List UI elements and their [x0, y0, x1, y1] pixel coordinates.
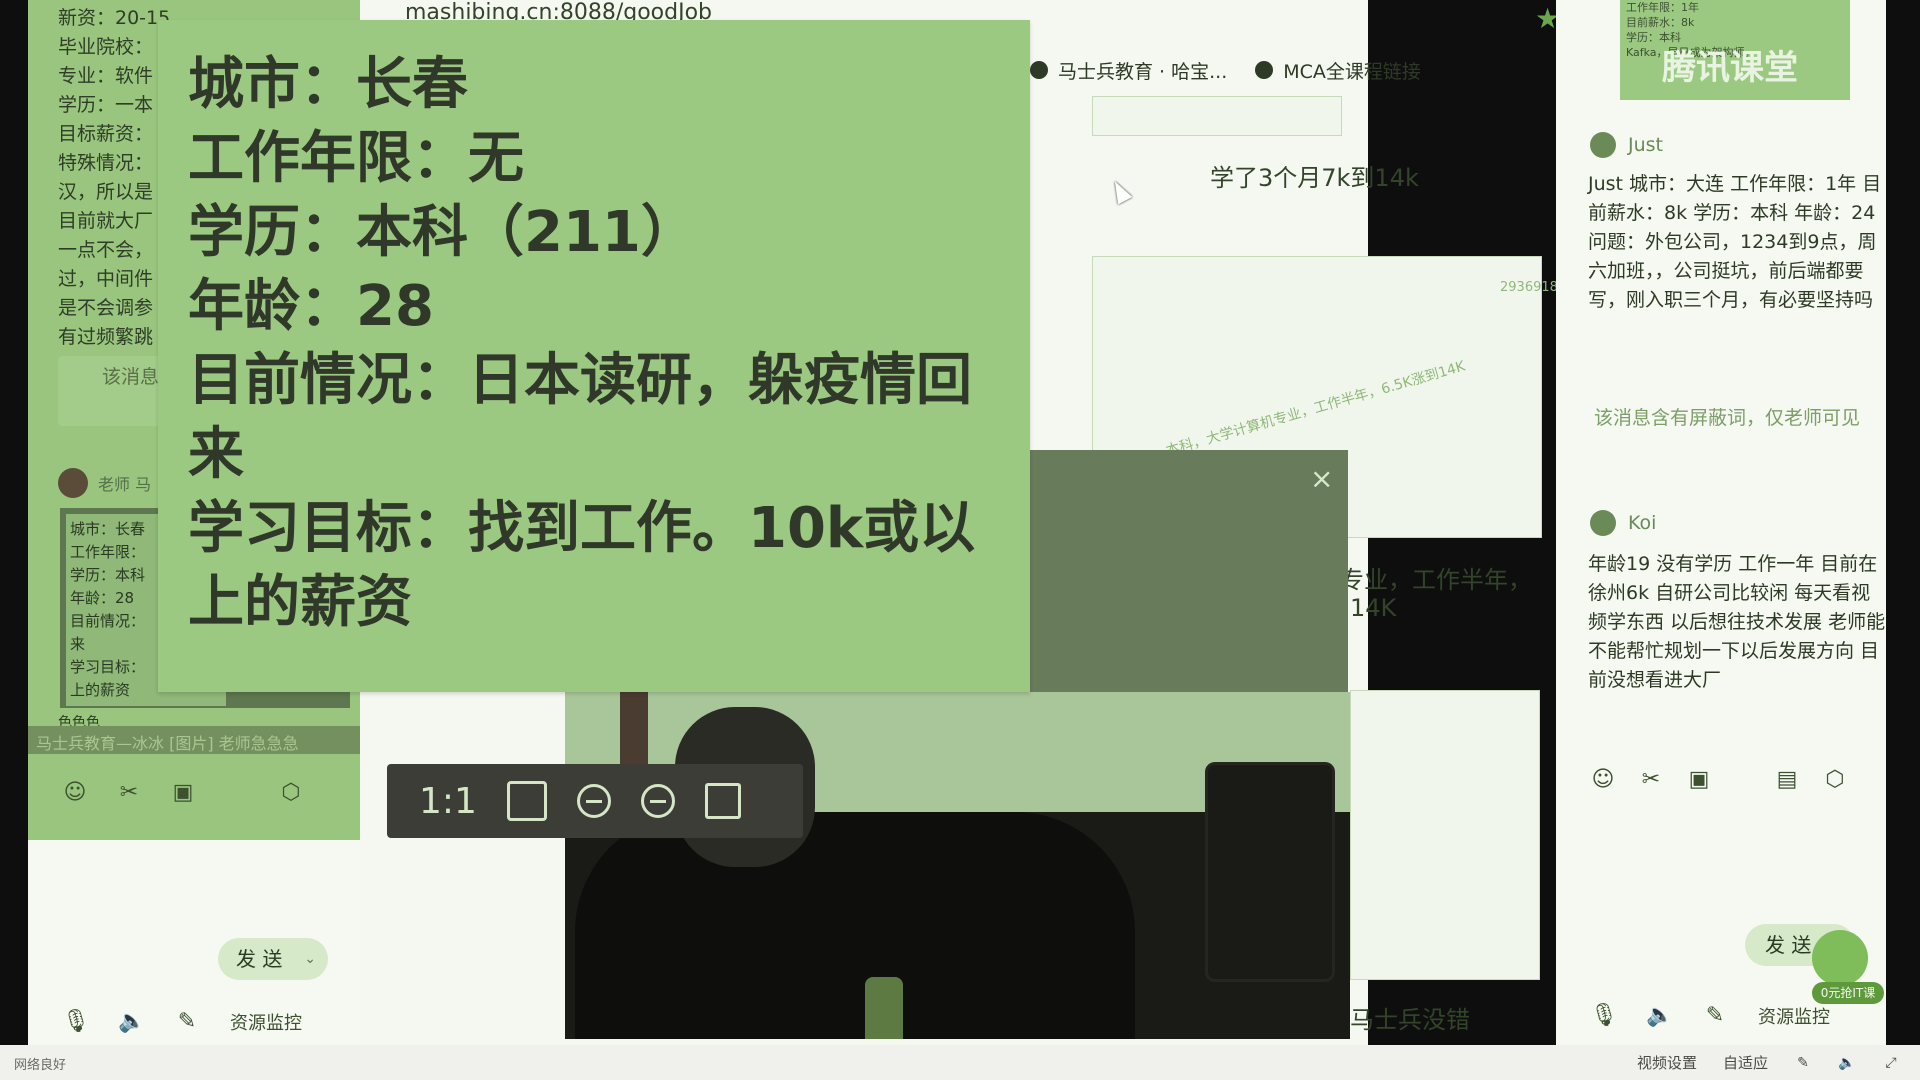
video-settings-button[interactable]: 视频设置 — [1637, 1052, 1697, 1073]
image-viewer-card: 城市：长春 工作年限：无 学历：本科（211） 年龄：28 目前情况：日本读研，… — [158, 20, 1030, 692]
promo-badge-icon[interactable] — [1812, 930, 1868, 986]
speaker-icon[interactable]: 🔈 — [1838, 1054, 1856, 1072]
chat-bubble-icon — [1590, 510, 1616, 536]
left-send-label: 发 送 — [236, 947, 283, 971]
tencent-classroom-logo: 腾讯课堂 — [1662, 48, 1798, 88]
video-person-body — [575, 812, 1135, 1039]
actual-size-button[interactable]: 1:1 — [419, 781, 477, 822]
save-icon[interactable]: save — [704, 783, 741, 819]
right-input-toolbar: ☺ ✂ ▣ ▤ ⬡ — [1590, 760, 1890, 800]
emoji-icon[interactable]: ☺ — [62, 780, 88, 806]
image-viewer-toolbar: 1:1 fit + - save — [387, 764, 803, 838]
bookmark-label: MCA全课程链接 — [1283, 60, 1421, 83]
shield-icon[interactable]: ⬡ — [278, 780, 304, 806]
video-chair — [1205, 762, 1335, 982]
doc-card — [1092, 96, 1342, 136]
bookmarks-bar: 马士兵教育 · 哈宝... MCA全课程链接 — [1030, 52, 1421, 88]
scissors-icon[interactable]: ✂ — [116, 780, 142, 806]
brush-icon[interactable]: ✎ — [1794, 1054, 1812, 1072]
microphone-icon[interactable]: 🎙 — [62, 1009, 90, 1035]
message-body-koi: 年龄19 没有学历 工作一年 目前在徐州6k 自研公司比较闲 每天看视频学东西 … — [1588, 553, 1886, 691]
message-body-just: Just 城市：大连 工作年限：1年 目前薪水：8k 学历：本科 年龄：24 问… — [1588, 173, 1882, 311]
left-bottom-bar: 🎙 🔈 ✎ 资源监控 — [28, 1002, 360, 1042]
auto-fit-button[interactable]: 自适应 — [1723, 1052, 1768, 1073]
status-bar-controls: 视频设置 自适应 ✎ 🔈 ⤢ — [1637, 1052, 1900, 1073]
bookmark-mca[interactable]: MCA全课程链接 — [1255, 57, 1421, 84]
doc-text: 14K — [1350, 594, 1397, 622]
speaker-icon[interactable]: 🔈 — [1646, 1003, 1673, 1029]
emoji-icon[interactable]: ☺ — [1590, 767, 1616, 793]
left-input-toolbar: ☺ ✂ ▣ ⬡ — [28, 758, 360, 828]
globe-icon — [1030, 61, 1048, 79]
left-message-strip: 马士兵教育—冰冰 [图片] 老师急急急 — [28, 726, 360, 754]
chat-bubble-icon — [1590, 132, 1616, 158]
zoom-in-icon[interactable]: + — [576, 784, 611, 818]
blocked-message-note: 该消息含有屏蔽词，仅老师可见 — [1593, 407, 1860, 429]
speaker-icon[interactable]: 🔈 — [118, 1009, 145, 1035]
bookmark-label: 马士兵教育 · 哈宝... — [1058, 60, 1228, 83]
left-resource-monitor[interactable]: 资源监控 — [230, 1009, 302, 1035]
fullscreen-icon[interactable]: ⤢ — [1882, 1054, 1900, 1072]
chevron-down-icon[interactable]: ⌄ — [304, 938, 316, 980]
network-status: 网络良好 — [14, 1058, 67, 1073]
pen-icon[interactable]: ✎ — [1702, 1003, 1728, 1029]
right-resource-monitor[interactable]: 资源监控 — [1758, 1003, 1830, 1029]
microphone-icon[interactable]: 🎙 — [1590, 1003, 1618, 1029]
teacher-label: 老师 马 — [98, 475, 152, 494]
fit-window-icon[interactable]: fit — [506, 781, 547, 821]
scissors-icon[interactable]: ✂ — [1638, 767, 1664, 793]
teacher-avatar — [58, 468, 88, 498]
doc-text: 专业，工作半年， — [1340, 566, 1532, 594]
bookmark-mashibing[interactable]: 马士兵教育 · 哈宝... — [1030, 57, 1227, 84]
teacher-video — [565, 692, 1350, 1039]
sender-name: Just — [1628, 134, 1663, 156]
image-icon[interactable]: ▣ — [170, 780, 196, 806]
student-info-text: 城市：长春 工作年限：无 学历：本科（211） 年龄：28 目前情况：日本读研，… — [188, 52, 976, 635]
link-icon — [1255, 61, 1274, 79]
pen-icon[interactable]: ✎ — [174, 1009, 200, 1035]
doc-text: 马士兵没错 — [1350, 1006, 1470, 1034]
sender-name: Koi — [1628, 512, 1657, 534]
comment-icon[interactable]: ▤ — [1774, 767, 1800, 793]
message-header-just: Just — [1590, 132, 1663, 158]
doc-text: 学了3个月7k到14k — [1210, 164, 1419, 192]
video-bottle — [865, 977, 903, 1039]
left-teacher-header: 老师 马 — [58, 466, 151, 500]
doc-card — [1350, 690, 1540, 980]
zoom-out-icon[interactable]: - — [640, 784, 675, 818]
message-header-koi: Koi — [1590, 510, 1656, 536]
screen: 新资：20-15 毕业院校： 专业：软件 学历：一本 目标薪资： 特殊情况： 汉… — [0, 0, 1920, 1080]
close-icon[interactable]: × — [1310, 462, 1333, 495]
image-icon[interactable]: ▣ — [1686, 767, 1712, 793]
status-bar: 网络良好 视频设置 自适应 ✎ 🔈 ⤢ — [0, 1045, 1920, 1080]
tencent-classroom-banner: 工作年限：1年 目前薪水：8k 学历：本科 Kafka，早日成为架构师。 腾讯课… — [1620, 0, 1850, 100]
right-bottom-bar: 🎙 🔈 ✎ 资源监控 — [1590, 996, 1890, 1036]
shield-icon[interactable]: ⬡ — [1822, 767, 1848, 793]
left-send-button[interactable]: 发 送 ⌄ — [218, 938, 328, 980]
